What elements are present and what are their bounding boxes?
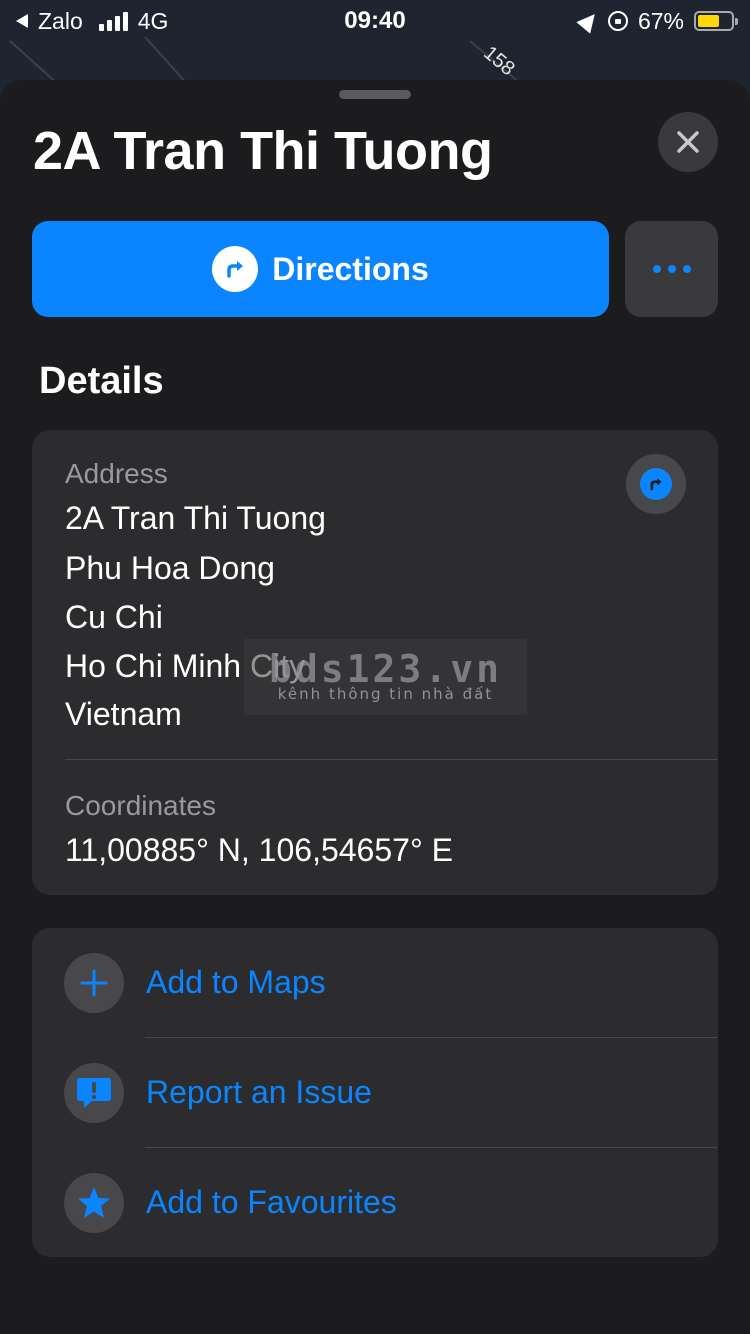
report-issue-label: Report an Issue: [146, 1074, 372, 1110]
report-issue-row[interactable]: Report an Issue: [32, 1038, 718, 1148]
star-icon: [64, 1173, 124, 1233]
directions-label: Directions: [272, 250, 429, 287]
address-line[interactable]: Cu Chi: [65, 599, 163, 636]
address-line[interactable]: 2A Tran Thi Tuong: [65, 500, 326, 537]
directions-icon: [640, 468, 672, 500]
coordinates-value[interactable]: 11,00885° N, 106,54657° E: [65, 832, 453, 869]
address-line[interactable]: Vietnam: [65, 696, 182, 733]
screen: 158 Zalo 4G 09:40 67% 2A Tran Thi Tuong: [0, 0, 750, 1334]
actions-card: Add to Maps Report an Issue Add to Favou…: [32, 928, 718, 1257]
watermark: bds123.vn kênh thông tin nhà đất: [244, 639, 527, 715]
coordinates-label: Coordinates: [65, 790, 216, 821]
close-button[interactable]: [658, 112, 718, 172]
more-button[interactable]: [625, 221, 718, 317]
report-issue-icon: [64, 1063, 124, 1123]
network-type: 4G: [137, 7, 169, 34]
add-to-favourites-label: Add to Favourites: [146, 1184, 397, 1220]
orientation-lock-icon: [607, 11, 628, 31]
address-label: Address: [65, 458, 168, 489]
add-to-maps-label: Add to Maps: [146, 964, 326, 1000]
directions-button[interactable]: Directions: [32, 221, 609, 317]
address-line[interactable]: Phu Hoa Dong: [65, 550, 275, 587]
battery-percent: 67%: [637, 7, 684, 34]
back-app-label[interactable]: Zalo: [38, 8, 83, 35]
watermark-subtext: kênh thông tin nhà đất: [277, 685, 494, 703]
back-arrow-icon[interactable]: [16, 14, 28, 28]
more-dot: [667, 265, 676, 273]
sheet-grabber[interactable]: [339, 90, 411, 99]
directions-icon: [212, 246, 259, 292]
location-arrow-icon: [576, 8, 602, 34]
battery-icon: [694, 11, 738, 31]
divider: [65, 759, 718, 760]
status-bar: Zalo 4G 09:40 67%: [0, 0, 750, 42]
cellular-signal-icon: [98, 11, 128, 31]
more-dot: [682, 265, 691, 273]
add-to-favourites-row[interactable]: Add to Favourites: [32, 1148, 718, 1258]
more-dot: [652, 265, 661, 273]
close-icon: [677, 131, 699, 153]
status-left: Zalo 4G: [16, 8, 168, 35]
add-to-maps-row[interactable]: Add to Maps: [32, 928, 718, 1038]
address-directions-button[interactable]: [626, 454, 686, 514]
plus-icon: [64, 953, 124, 1013]
place-title: 2A Tran Thi Tuong: [33, 121, 493, 181]
details-heading: Details: [39, 360, 164, 402]
battery-fill: [698, 15, 720, 27]
status-right: 67%: [576, 7, 738, 35]
